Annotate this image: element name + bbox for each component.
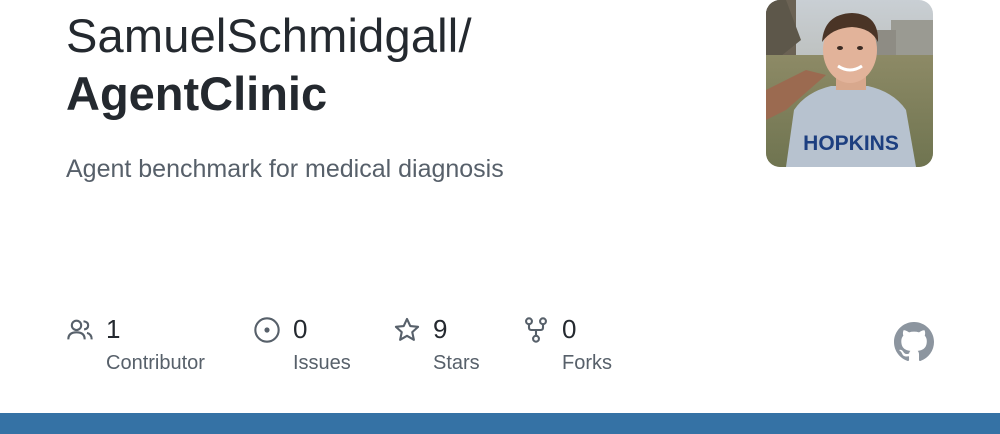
star-icon xyxy=(394,317,420,341)
language-bar xyxy=(0,413,1000,434)
stat-stars[interactable]: 9 Stars xyxy=(393,312,503,382)
fork-icon xyxy=(525,317,547,343)
stat-issues[interactable]: 0 Issues xyxy=(253,312,373,382)
repo-social-card: SamuelSchmidgall/ AgentClinic Agent benc… xyxy=(0,0,1000,434)
stat-stars-label: Stars xyxy=(433,352,480,374)
stat-contributors-label: Contributor xyxy=(106,352,205,374)
stat-forks[interactable]: 0 Forks xyxy=(522,312,632,382)
stat-forks-value: 0 xyxy=(562,314,577,344)
repo-description: Agent benchmark for medical diagnosis xyxy=(66,155,504,183)
stat-contributors-value: 1 xyxy=(106,314,121,344)
people-icon xyxy=(67,319,93,340)
issue-icon xyxy=(254,317,280,343)
stat-stars-value: 9 xyxy=(433,314,448,344)
stat-contributors[interactable]: 1 Contributor xyxy=(66,312,226,382)
repo-title[interactable]: AgentClinic xyxy=(66,66,327,122)
stat-issues-value: 0 xyxy=(293,314,308,344)
github-mark-icon[interactable] xyxy=(894,322,934,362)
repo-owner-path[interactable]: SamuelSchmidgall/ xyxy=(66,8,472,64)
stat-forks-label: Forks xyxy=(562,352,612,374)
avatar-photo: HOPKINS xyxy=(766,0,933,167)
owner-avatar[interactable]: HOPKINS xyxy=(766,0,933,167)
sweater-text: HOPKINS xyxy=(803,132,899,155)
stat-issues-label: Issues xyxy=(293,352,351,374)
